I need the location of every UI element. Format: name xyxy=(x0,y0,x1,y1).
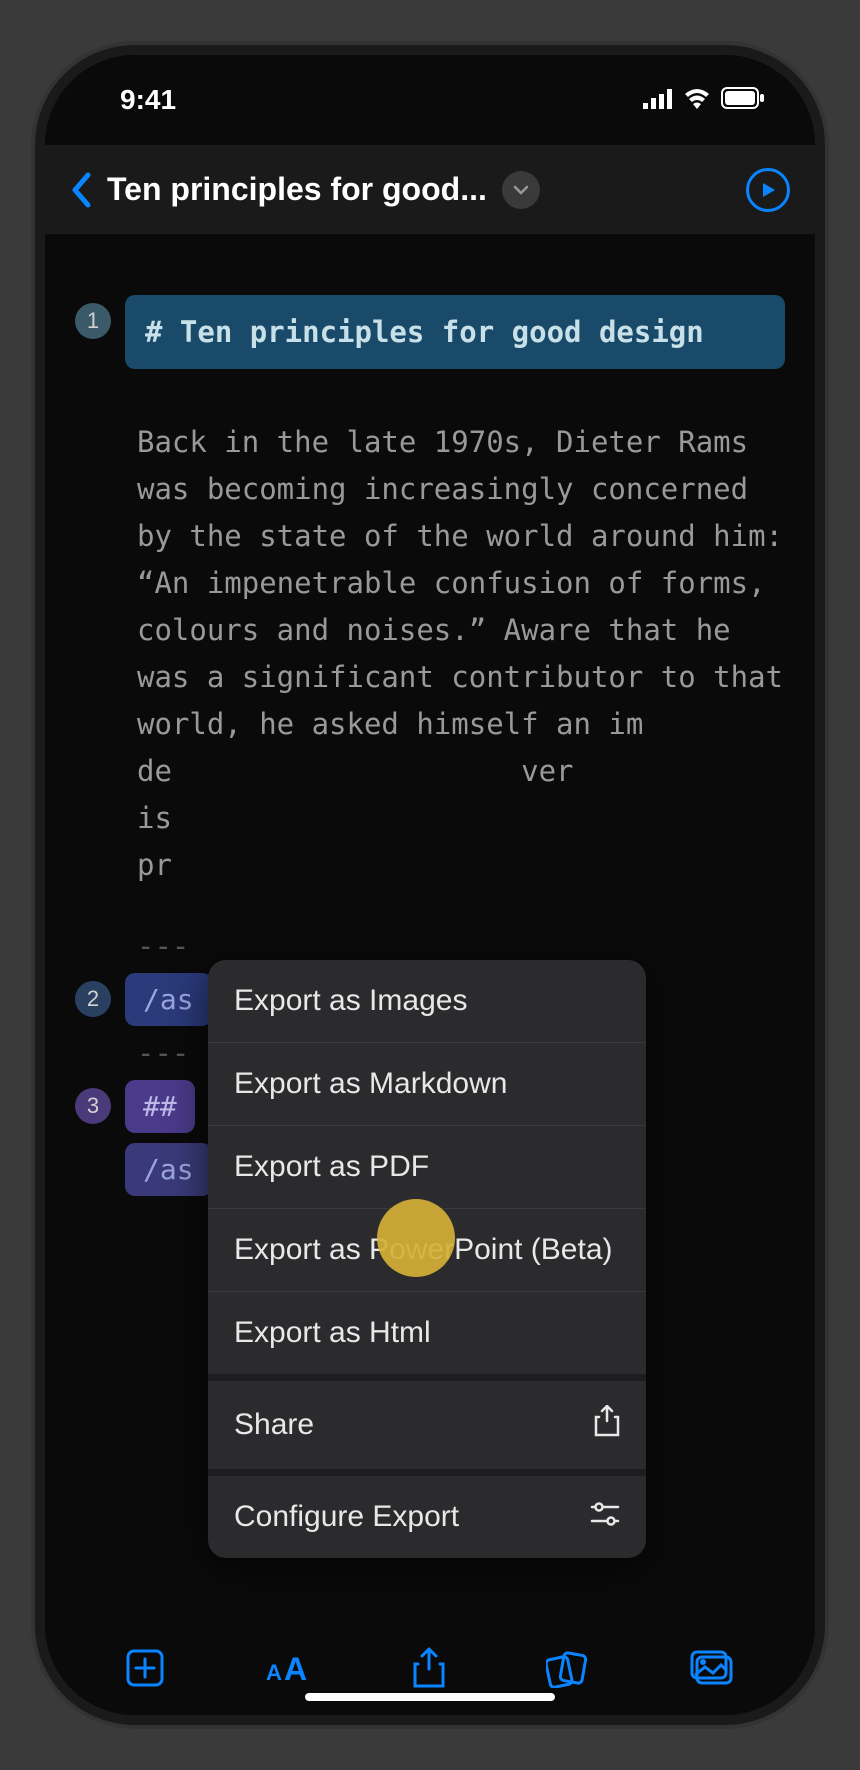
add-button[interactable] xyxy=(125,1648,165,1688)
asset-reference[interactable]: /as xyxy=(125,973,212,1026)
svg-text:A: A xyxy=(266,1660,282,1685)
svg-text:A: A xyxy=(284,1651,307,1686)
cellular-icon xyxy=(643,84,673,116)
configure-export[interactable]: Configure Export xyxy=(208,1476,646,1558)
play-icon xyxy=(759,181,777,199)
status-bar: 9:41 xyxy=(45,55,815,145)
touch-indicator xyxy=(377,1199,455,1277)
media-button[interactable] xyxy=(689,1649,735,1687)
asset-reference[interactable]: /as xyxy=(125,1143,212,1196)
play-button[interactable] xyxy=(746,168,790,212)
share-icon xyxy=(594,1405,620,1445)
status-right xyxy=(643,84,765,116)
export-as-html[interactable]: Export as Html xyxy=(208,1292,646,1381)
back-button[interactable] xyxy=(70,172,92,208)
block-number-2[interactable]: 2 xyxy=(75,981,111,1017)
export-as-pdf[interactable]: Export as PDF xyxy=(208,1126,646,1209)
heading-block[interactable]: # Ten principles for good design xyxy=(125,295,785,369)
status-time: 9:41 xyxy=(120,84,176,116)
home-indicator[interactable] xyxy=(305,1693,555,1701)
title-dropdown[interactable] xyxy=(502,171,540,209)
theme-button[interactable] xyxy=(546,1648,588,1688)
wifi-icon xyxy=(683,84,711,116)
page-title: Ten principles for good... xyxy=(107,171,487,208)
share-button[interactable] xyxy=(412,1647,446,1689)
export-as-markdown[interactable]: Export as Markdown xyxy=(208,1043,646,1126)
block-number-3[interactable]: 3 xyxy=(75,1088,111,1124)
divider: --- xyxy=(75,929,785,963)
share-menu-item[interactable]: Share xyxy=(208,1381,646,1476)
sliders-icon xyxy=(590,1500,620,1534)
battery-icon xyxy=(721,84,765,116)
text-style-button[interactable]: AA xyxy=(266,1650,312,1686)
nav-bar: Ten principles for good... xyxy=(45,145,815,235)
phone-frame: 9:41 Ten principles for good... xyxy=(35,45,825,1725)
export-as-images[interactable]: Export as Images xyxy=(208,960,646,1043)
body-text-block[interactable]: Back in the late 1970s, Dieter Rams was … xyxy=(75,379,785,919)
heading2-block[interactable]: ## xyxy=(125,1080,195,1133)
block-number-1[interactable]: 1 xyxy=(75,303,111,339)
screen: 9:41 Ten principles for good... xyxy=(45,55,815,1715)
chevron-down-icon xyxy=(513,185,529,195)
